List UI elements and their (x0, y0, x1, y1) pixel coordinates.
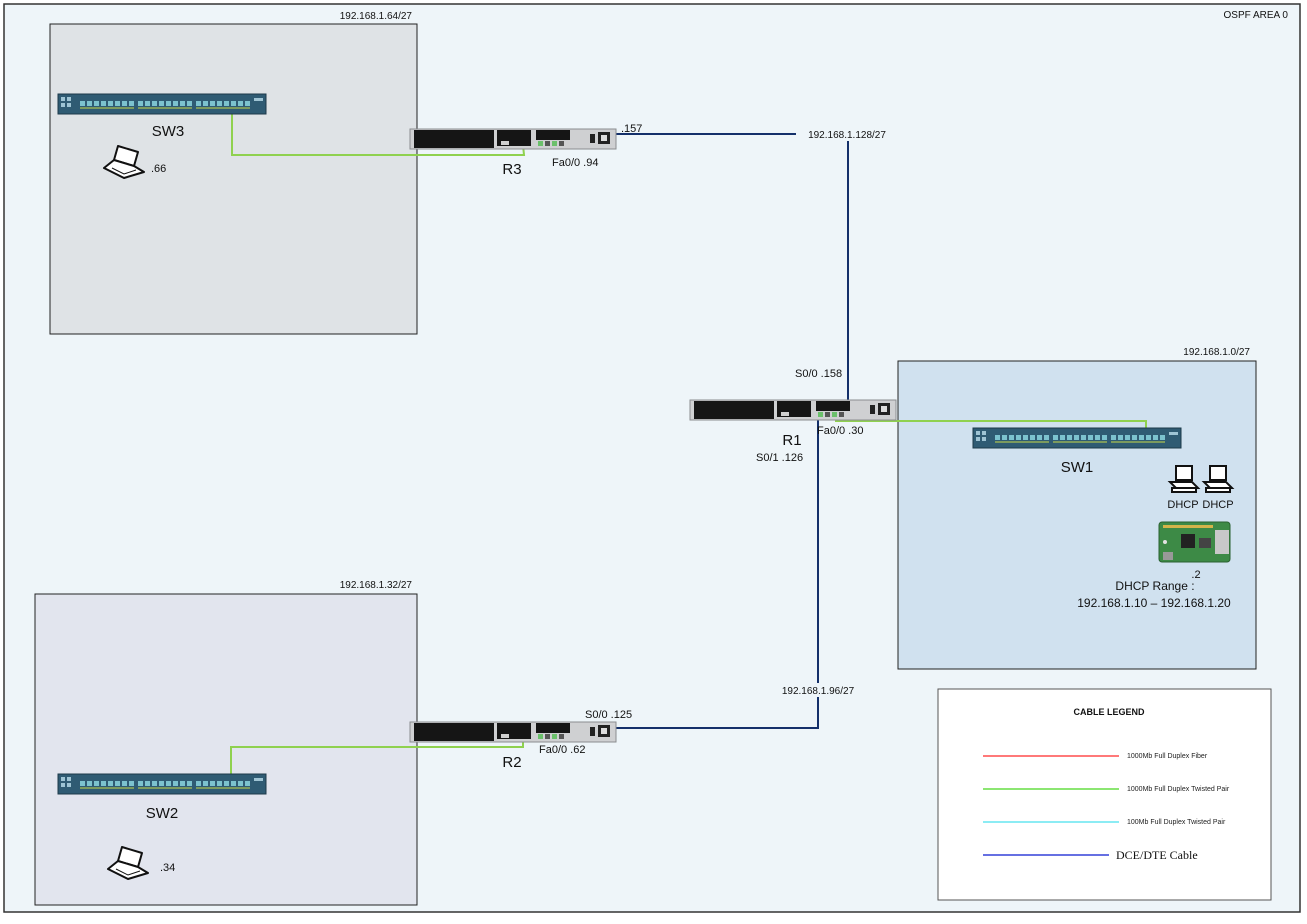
laptop-sw2-ip: .34 (160, 862, 175, 874)
legend-title: CABLE LEGEND (1073, 707, 1145, 717)
zone-sw2-subnet: 192.168.1.32/27 (340, 580, 413, 591)
router-icon[interactable] (689, 399, 897, 421)
pc1-label: DHCP (1167, 499, 1198, 511)
zone-sw2 (34, 593, 418, 906)
dhcp-range-value: 192.168.1.10 – 192.168.1.20 (1077, 596, 1231, 610)
legend-fast-twisted-label: 100Mb Full Duplex Twisted Pair (1127, 819, 1226, 826)
zone-sw1 (897, 360, 1257, 670)
r3-serial-iface: .157 (621, 123, 642, 135)
link-label-r1-r2: 192.168.1.96/27 (782, 686, 855, 697)
r3-label: R3 (502, 161, 521, 178)
r2-label: R2 (502, 754, 521, 771)
router-icon[interactable] (409, 128, 617, 150)
zone-sw3 (49, 23, 418, 335)
r1-fa-iface: Fa0/0 .30 (817, 425, 863, 437)
r1-label: R1 (782, 432, 801, 449)
switch-icon[interactable] (58, 774, 266, 794)
sw2-label: SW2 (146, 805, 179, 822)
legend-serial-label: DCE/DTE Cable (1116, 848, 1198, 862)
network-diagram: OSPF AREA 0 192.168.1.64/27 192.168.1.32… (0, 0, 1307, 919)
link-label-r1-r3: 192.168.1.128/27 (808, 130, 886, 141)
r2-fa-iface: Fa0/0 .62 (539, 744, 585, 756)
cable-legend: CABLE LEGEND 1000Mb Full Duplex Fiber 10… (937, 688, 1272, 901)
switch-icon[interactable] (58, 94, 266, 114)
area-label: OSPF AREA 0 (1224, 10, 1289, 21)
pc2-label: DHCP (1202, 499, 1233, 511)
zone-sw3-subnet: 192.168.1.64/27 (340, 11, 413, 22)
dhcp-range-label: DHCP Range : (1115, 579, 1194, 593)
r3-fa-iface: Fa0/0 .94 (552, 157, 598, 169)
sw1-label: SW1 (1061, 459, 1094, 476)
r1-serial-bottom-iface: S0/1 .126 (756, 452, 803, 464)
switch-icon[interactable] (973, 428, 1181, 448)
router-icon[interactable] (409, 721, 617, 743)
zone-sw1-subnet: 192.168.1.0/27 (1183, 347, 1250, 358)
laptop-sw3-ip: .66 (151, 163, 166, 175)
sw3-label: SW3 (152, 123, 185, 140)
r1-serial-top-iface: S0/0 .158 (795, 368, 842, 380)
legend-fiber-label: 1000Mb Full Duplex Fiber (1127, 753, 1208, 760)
legend-gig-twisted-label: 1000Mb Full Duplex Twisted Pair (1127, 786, 1230, 793)
r2-serial-iface: S0/0 .125 (585, 709, 632, 721)
raspberry-pi-icon[interactable] (1158, 521, 1231, 563)
